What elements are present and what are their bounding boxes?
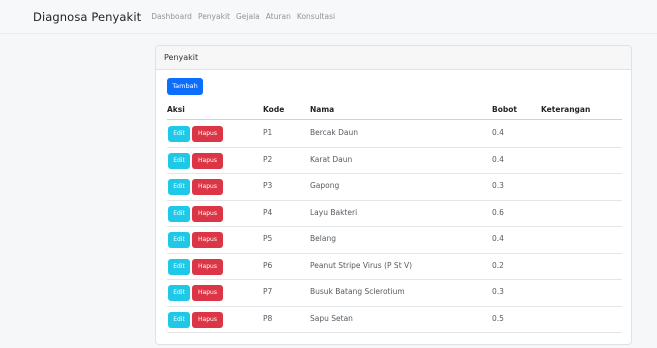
cell-bobot: 0.4 [492,128,504,137]
table-body: Edit Hapus P1 Bercak Daun 0.4 Edit Hapus P2 Kara… [167,121,622,333]
table-header: Aksi Kode Nama Bobot Keterangan [167,100,622,120]
table-row: Edit Hapus P3 Gapong 0.3 [167,174,622,201]
nav-link-dashboard[interactable]: Dashboard [151,12,192,21]
edit-button[interactable]: Edit [168,152,190,169]
cell-nama: Peanut Stripe Virus (P St V) [310,260,413,270]
cell-bobot: 0.4 [492,234,504,243]
cell-kode: P6 [263,260,273,270]
cell-nama: Karat Daun [310,154,353,164]
brand-title[interactable]: Diagnosa Penyakit [33,10,141,24]
table-row: Edit Hapus P1 Bercak Daun 0.4 [167,121,622,148]
card-header: Penyakit [156,46,631,70]
column-header-aksi: Aksi [167,105,185,114]
table-row: Edit Hapus P8 Sapu Setan 0.5 [167,307,622,333]
cell-nama: Bercak Daun [310,128,359,137]
penyakit-card: Penyakit Tambah Aksi Kode Nama Bobot Ket… [155,45,632,345]
table-row: Edit Hapus P4 Layu Bakteri 0.6 [167,201,622,227]
cell-nama: Layu Bakteri [310,207,358,217]
table-row: Edit Hapus P2 Karat Daun 0.4 [167,148,622,174]
delete-button[interactable]: Hapus [192,179,223,195]
delete-button[interactable]: Hapus [192,152,223,169]
cell-nama: Belang [310,234,336,243]
edit-button[interactable]: Edit [168,232,190,248]
delete-button[interactable]: Hapus [192,285,223,301]
cell-bobot: 0.2 [492,260,504,270]
edit-button[interactable]: Edit [168,179,190,195]
delete-button[interactable]: Hapus [192,258,223,275]
edit-button[interactable]: Edit [168,205,190,222]
cell-bobot: 0.5 [492,313,504,323]
cell-nama: Gapong [310,181,340,190]
delete-button[interactable]: Hapus [192,205,223,222]
edit-button[interactable]: Edit [168,258,190,275]
column-header-bobot: Bobot [492,105,517,114]
table-row: Edit Hapus P5 Belang 0.4 [167,227,622,254]
column-header-keterangan: Keterangan [541,105,591,114]
cell-bobot: 0.3 [492,287,504,296]
cell-nama: Busuk Batang Sclerotium [310,287,405,296]
cell-nama: Sapu Setan [310,313,353,323]
nav-link-gejala[interactable]: Gejala [236,12,260,21]
cell-kode: P2 [263,154,273,164]
cell-kode: P4 [263,207,273,217]
column-header-kode: Kode [263,105,285,114]
delete-button[interactable]: Hapus [192,311,223,328]
delete-button[interactable]: Hapus [192,232,223,248]
column-header-nama: Nama [310,105,335,114]
navbar: Diagnosa Penyakit Dashboard Penyakit Gej… [0,0,657,34]
table-row: Edit Hapus P6 Peanut Stripe Virus (P St V) 0… [167,254,622,280]
edit-button[interactable]: Edit [168,126,190,142]
nav-link-aturan[interactable]: Aturan [266,12,291,21]
edit-button[interactable]: Edit [168,285,190,301]
cell-kode: P5 [263,234,273,243]
cell-kode: P7 [263,287,273,296]
cell-kode: P3 [263,181,273,190]
delete-button[interactable]: Hapus [192,126,223,142]
nav-link-konsultasi[interactable]: Konsultasi [297,12,335,21]
cell-kode: P8 [263,313,273,323]
cell-bobot: 0.4 [492,154,504,164]
table-row: Edit Hapus P7 Busuk Batang Sclerotium 0.3 [167,280,622,307]
edit-button[interactable]: Edit [168,311,190,328]
cell-bobot: 0.6 [492,207,504,217]
add-button[interactable]: Tambah [167,78,203,95]
cell-kode: P1 [263,128,273,137]
cell-bobot: 0.3 [492,181,504,190]
nav-link-penyakit[interactable]: Penyakit [198,12,230,21]
